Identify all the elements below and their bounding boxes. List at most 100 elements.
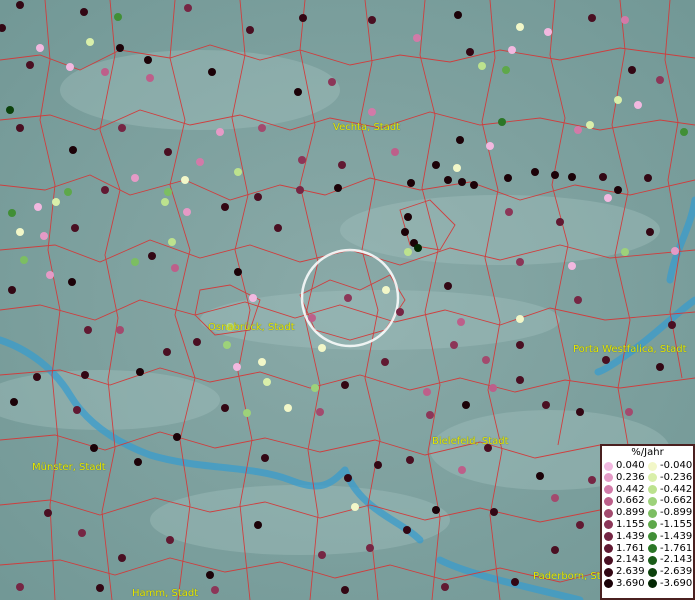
station-marker[interactable] [221,404,229,412]
station-marker[interactable] [453,164,461,172]
station-marker[interactable] [116,44,124,52]
station-marker[interactable] [574,126,582,134]
station-marker[interactable] [26,61,34,69]
station-marker[interactable] [576,521,584,529]
station-marker[interactable] [86,38,94,46]
station-marker[interactable] [208,68,216,76]
station-marker[interactable] [168,238,176,246]
station-marker[interactable] [16,1,24,9]
station-marker[interactable] [426,411,434,419]
station-marker[interactable] [233,363,241,371]
station-marker[interactable] [84,326,92,334]
station-marker[interactable] [568,262,576,270]
station-marker[interactable] [16,124,24,132]
station-marker[interactable] [656,76,664,84]
station-marker[interactable] [334,184,342,192]
station-marker[interactable] [64,188,72,196]
station-marker[interactable] [249,294,257,302]
station-marker[interactable] [344,294,352,302]
station-marker[interactable] [81,371,89,379]
station-marker[interactable] [414,244,422,252]
station-marker[interactable] [457,318,465,326]
station-marker[interactable] [163,348,171,356]
station-marker[interactable] [486,142,494,150]
station-marker[interactable] [671,247,679,255]
station-marker[interactable] [118,124,126,132]
station-marker[interactable] [498,118,506,126]
station-marker[interactable] [478,62,486,70]
station-marker[interactable] [131,258,139,266]
station-marker[interactable] [196,158,204,166]
station-marker[interactable] [184,4,192,12]
station-marker[interactable] [404,248,412,256]
station-marker[interactable] [206,571,214,579]
station-marker[interactable] [456,136,464,144]
station-marker[interactable] [458,178,466,186]
station-marker[interactable] [351,503,359,511]
station-marker[interactable] [254,193,262,201]
station-marker[interactable] [171,264,179,272]
station-marker[interactable] [516,258,524,266]
station-marker[interactable] [391,148,399,156]
station-marker[interactable] [8,209,16,217]
station-marker[interactable] [131,174,139,182]
station-marker[interactable] [374,461,382,469]
station-marker[interactable] [134,458,142,466]
station-marker[interactable] [368,108,376,116]
station-marker[interactable] [470,181,478,189]
station-marker[interactable] [551,494,559,502]
station-marker[interactable] [602,356,610,364]
station-marker[interactable] [634,101,642,109]
station-marker[interactable] [502,66,510,74]
station-marker[interactable] [396,308,404,316]
station-marker[interactable] [211,586,219,594]
station-marker[interactable] [450,341,458,349]
station-marker[interactable] [68,278,76,286]
station-marker[interactable] [90,444,98,452]
station-marker[interactable] [216,128,224,136]
station-marker[interactable] [341,381,349,389]
station-marker[interactable] [69,146,77,154]
station-marker[interactable] [136,368,144,376]
station-marker[interactable] [576,408,584,416]
station-marker[interactable] [542,401,550,409]
station-marker[interactable] [338,161,346,169]
station-marker[interactable] [406,456,414,464]
station-marker[interactable] [16,228,24,236]
station-marker[interactable] [551,546,559,554]
station-marker[interactable] [516,341,524,349]
station-marker[interactable] [404,213,412,221]
station-marker[interactable] [223,341,231,349]
station-marker[interactable] [10,398,18,406]
station-marker[interactable] [588,14,596,22]
station-marker[interactable] [668,321,676,329]
station-marker[interactable] [401,228,409,236]
station-marker[interactable] [44,509,52,517]
station-marker[interactable] [466,48,474,56]
station-marker[interactable] [656,363,664,371]
station-marker[interactable] [221,203,229,211]
station-marker[interactable] [441,583,449,591]
station-marker[interactable] [444,282,452,290]
station-marker[interactable] [407,179,415,187]
station-marker[interactable] [551,171,559,179]
station-marker[interactable] [318,551,326,559]
station-marker[interactable] [588,476,596,484]
station-marker[interactable] [403,526,411,534]
station-marker[interactable] [36,44,44,52]
station-marker[interactable] [614,96,622,104]
station-marker[interactable] [234,168,242,176]
station-marker[interactable] [308,314,316,322]
station-marker[interactable] [318,344,326,352]
station-marker[interactable] [504,174,512,182]
station-marker[interactable] [258,358,266,366]
station-marker[interactable] [368,16,376,24]
station-marker[interactable] [16,583,24,591]
station-marker[interactable] [382,286,390,294]
station-marker[interactable] [628,66,636,74]
station-marker[interactable] [599,173,607,181]
station-marker[interactable] [458,466,466,474]
station-marker[interactable] [101,68,109,76]
station-marker[interactable] [8,286,16,294]
station-marker[interactable] [261,454,269,462]
